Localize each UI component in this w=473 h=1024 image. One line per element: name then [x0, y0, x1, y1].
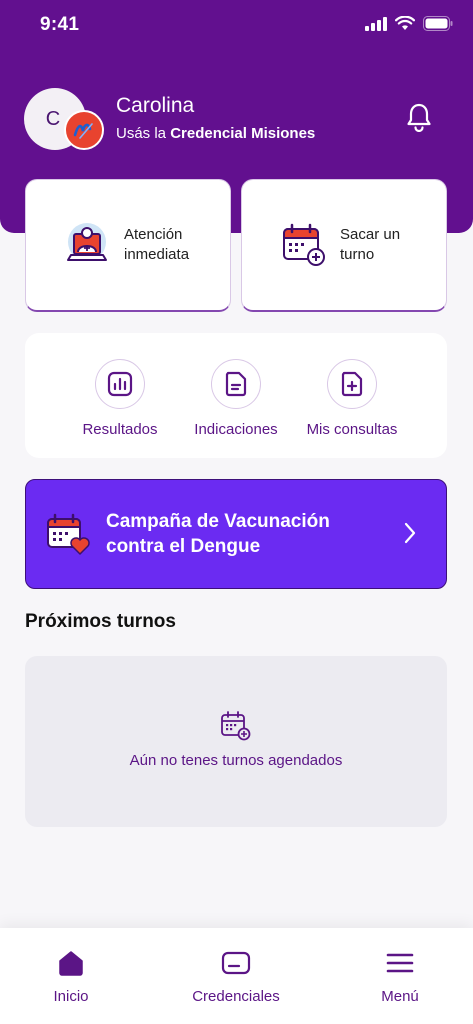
notifications-button[interactable] — [406, 102, 432, 137]
menu-icon — [340, 948, 460, 978]
results-shortcut[interactable]: Resultados — [55, 359, 185, 438]
shortcut-circle — [211, 359, 261, 409]
credential-prefix: Usás la — [116, 125, 167, 142]
signal-icon — [365, 16, 387, 31]
shortcuts-panel: Resultados Indicaciones Mis consultas — [25, 333, 447, 458]
campaign-title: Campaña de Vacunación contra el Dengue — [106, 511, 330, 557]
status-icons — [365, 16, 453, 31]
user-name: Carolina — [116, 94, 195, 117]
bar-chart-icon — [107, 371, 133, 397]
profile-header: C Carolina Usás la Credencial Misiones — [24, 88, 444, 158]
battery-icon — [423, 16, 453, 31]
doctor-laptop-icon — [62, 220, 112, 270]
shortcut-circle — [95, 359, 145, 409]
tab-menu[interactable]: Menú — [340, 948, 460, 1005]
document-lines-icon — [225, 371, 247, 397]
indications-shortcut[interactable]: Indicaciones — [171, 359, 301, 438]
tab-home[interactable]: Inicio — [11, 948, 131, 1005]
calendar-add-icon — [220, 710, 252, 747]
shortcut-label: Indicaciones — [194, 421, 278, 438]
home-icon — [11, 948, 131, 978]
chevron-right-icon — [404, 522, 416, 549]
quick-action-label: Atención inmediata — [124, 226, 190, 263]
status-bar: 9:41 — [0, 0, 473, 52]
document-plus-icon — [341, 371, 363, 397]
calendar-add-icon — [278, 220, 328, 270]
section-title: Próximos turnos — [25, 611, 176, 632]
empty-appointments-text: Aún no tenes turnos agendados — [129, 752, 343, 769]
tab-label: Inicio — [53, 988, 89, 1005]
tab-credentials[interactable]: Credenciales — [176, 948, 296, 1005]
card-icon — [176, 948, 296, 978]
immediate-care-card[interactable]: Atención inmediata — [25, 179, 231, 312]
credential-logo-icon — [64, 110, 104, 150]
credential-name: Credencial Misiones — [170, 125, 316, 142]
quick-action-label: Sacar un turno — [340, 226, 401, 263]
shortcut-label: Mis consultas — [306, 421, 398, 438]
wifi-icon — [395, 16, 415, 30]
empty-appointments: Aún no tenes turnos agendados — [25, 656, 447, 827]
credential-info: Usás la Credencial Misiones — [116, 125, 315, 142]
calendar-heart-icon — [46, 512, 90, 556]
shortcut-circle — [327, 359, 377, 409]
my-consultations-shortcut[interactable]: Mis consultas — [287, 359, 417, 438]
dengue-campaign-banner[interactable]: Campaña de Vacunación contra el Dengue — [25, 479, 447, 589]
bottom-tab-bar: Inicio Credenciales Menú — [0, 928, 473, 1024]
tab-label: Menú — [381, 988, 419, 1005]
book-appointment-card[interactable]: Sacar un turno — [241, 179, 447, 312]
bell-icon — [407, 103, 431, 133]
shortcut-label: Resultados — [82, 421, 158, 438]
avatar-letter: C — [45, 107, 61, 130]
tab-label: Credenciales — [192, 988, 280, 1005]
status-time: 9:41 — [40, 14, 80, 35]
